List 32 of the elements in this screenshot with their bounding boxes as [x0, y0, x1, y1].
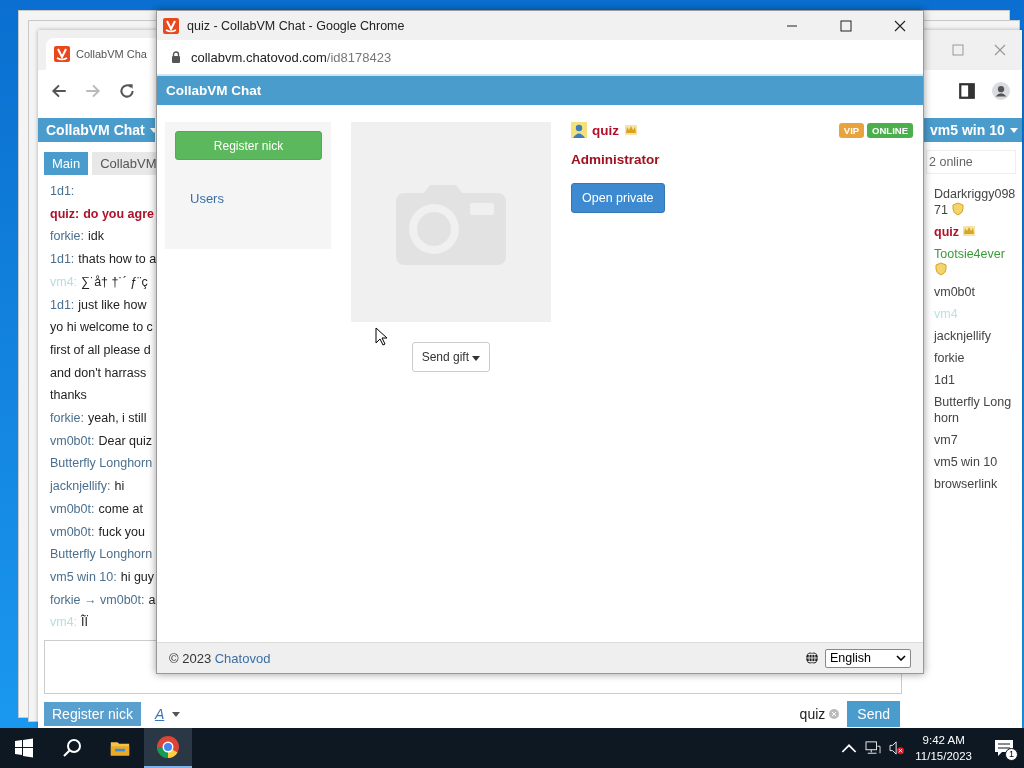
chat-message: and don't harrass: [50, 364, 148, 382]
status-badge: VIP: [838, 122, 865, 138]
chat-message: Butterfly Longhorn: [50, 455, 154, 473]
chat-message: vm0b0t: Dear quiz: [50, 432, 153, 450]
chat-message: yo hi welcome to c: [50, 319, 154, 337]
chat-message: forkie: yeah, i still: [50, 410, 148, 428]
chat-message: forkie → vm0b0t: a: [50, 591, 155, 609]
chat-message: vm0b0t: fuck you: [50, 523, 147, 541]
notification-count: 1: [1005, 748, 1018, 761]
chat-message: first of all please d: [50, 341, 152, 359]
chat-message: jacknjellify: hi: [50, 478, 126, 496]
nick-label: quiz: [799, 706, 826, 722]
copyright-text: © 2023 Chatovod: [169, 650, 271, 666]
user-name: quiz: [592, 122, 619, 138]
chat-header: CollabVM Chat: [157, 76, 923, 105]
chat-message: vm0b0t: come at: [50, 500, 144, 518]
chat-message: 1d1: thats how to a: [50, 251, 155, 269]
chat-message: 1d1:: [50, 183, 76, 200]
chat-message: 1d1: just like how: [50, 296, 148, 314]
chat-message: vm4: ∑˙å† †˙´ ƒ¨ç: [50, 273, 149, 291]
user-role: Administrator: [571, 152, 660, 167]
tab-title: CollabVM Cha: [76, 48, 147, 60]
status-badge: ONLINE: [867, 122, 913, 138]
clock-time: 9:42 AM: [922, 733, 965, 748]
chat-message: thanks: [50, 387, 88, 405]
chat-message: forkie: idk: [50, 228, 106, 246]
clock-date: 11/15/2023: [915, 749, 972, 764]
chat-message: vm4: ÎÏ: [50, 613, 90, 632]
chat-message: vm5 win 10: hi guy: [50, 568, 155, 586]
chat-message: quiz: do you agre: [50, 205, 155, 223]
chat-message: Butterfly Longhorn: [50, 546, 154, 564]
window-title: quiz - CollabVM Chat - Google Chrome: [187, 18, 405, 33]
